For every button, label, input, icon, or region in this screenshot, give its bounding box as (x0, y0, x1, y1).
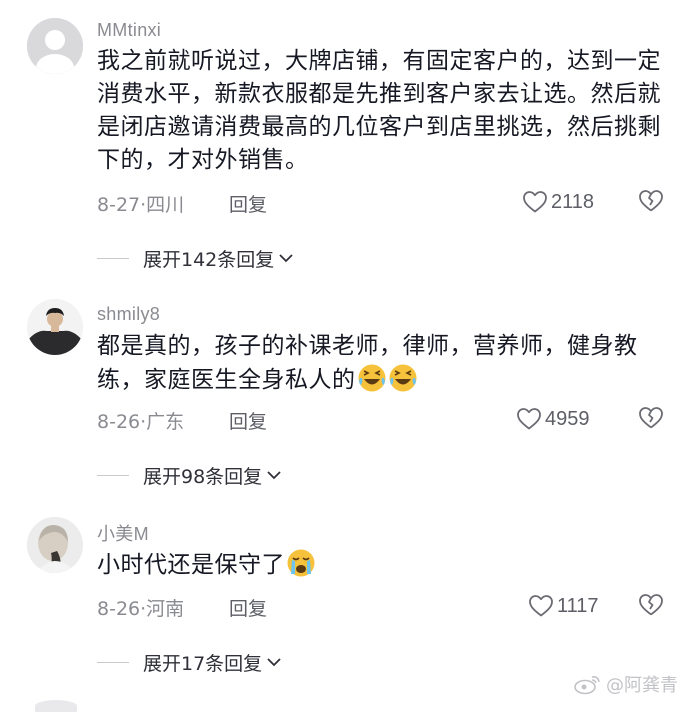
like-count: 2118 (551, 190, 595, 213)
chevron-down-icon (267, 658, 281, 667)
broken-heart-icon (639, 407, 663, 429)
user-photo-icon (27, 517, 83, 573)
expand-replies-label: 展开98条回复 (143, 465, 263, 488)
like-count: 1117 (557, 594, 599, 617)
comment-meta: 8-26·广东 (97, 407, 184, 434)
divider (97, 474, 129, 476)
broken-heart-icon (639, 594, 663, 616)
divider (97, 257, 129, 259)
comment-text: 我之前就听说过，大牌店铺，有固定客户的，达到一定消费水平，新款衣服都是先推到客户… (97, 48, 661, 173)
expand-replies-button[interactable]: 展开17条回复 (97, 649, 282, 675)
laughing-crying-emoji-icon (357, 363, 387, 403)
like-button[interactable]: 4959 (516, 406, 590, 432)
expand-replies-button[interactable]: 展开142条回复 (97, 245, 294, 271)
like-count: 4959 (545, 407, 590, 430)
heart-icon (517, 408, 541, 430)
reply-button[interactable]: 回复 (229, 594, 267, 621)
comment-text-body: 小时代还是保守了 (97, 552, 285, 578)
comment-date: 8-26 (97, 598, 141, 620)
comment-meta: 8-27·四川 (97, 190, 184, 217)
watermark-text: @阿龚青 (606, 675, 678, 696)
comment-meta: 8-26·河南 (97, 594, 184, 621)
expand-replies-button[interactable]: 展开98条回复 (97, 462, 282, 488)
comment-location: 河南 (146, 598, 185, 620)
username[interactable]: MMtinxi (97, 20, 161, 41)
reply-button[interactable]: 回复 (229, 407, 267, 434)
weibo-logo-icon (574, 676, 600, 695)
avatar[interactable] (27, 299, 83, 355)
comment-text: 小时代还是保守了 (97, 548, 667, 588)
user-photo-icon (27, 299, 83, 355)
next-comment-avatar (35, 700, 77, 712)
laughing-crying-emoji-icon (388, 363, 418, 403)
default-avatar-icon (27, 18, 83, 74)
like-button[interactable]: 2118 (522, 189, 594, 215)
heart-icon (529, 595, 553, 617)
watermark: @阿龚青 (574, 671, 678, 697)
like-button[interactable]: 1117 (528, 593, 599, 619)
comment-date: 8-26 (97, 411, 141, 433)
divider (97, 661, 129, 663)
chevron-down-icon (279, 254, 293, 263)
comment-location: 广东 (146, 411, 185, 433)
reply-button[interactable]: 回复 (229, 190, 267, 217)
username[interactable]: shmily8 (97, 304, 160, 325)
broken-heart-icon (639, 190, 663, 212)
expand-replies-label: 展开17条回复 (143, 652, 263, 675)
crying-emoji-icon (286, 548, 316, 588)
dislike-button[interactable] (638, 189, 664, 215)
heart-icon (523, 191, 547, 213)
comment-location: 四川 (146, 194, 185, 216)
comment-text: 都是真的，孩子的补课老师，律师，营养师，健身教练，家庭医生全身私人的 (97, 330, 667, 403)
avatar[interactable] (27, 18, 83, 74)
expand-replies-label: 展开142条回复 (143, 248, 275, 271)
chevron-down-icon (267, 471, 281, 480)
avatar[interactable] (27, 517, 83, 573)
dislike-button[interactable] (638, 593, 664, 619)
username[interactable]: 小美M (97, 520, 149, 546)
dislike-button[interactable] (638, 406, 664, 432)
comment-date: 8-27 (97, 194, 141, 216)
